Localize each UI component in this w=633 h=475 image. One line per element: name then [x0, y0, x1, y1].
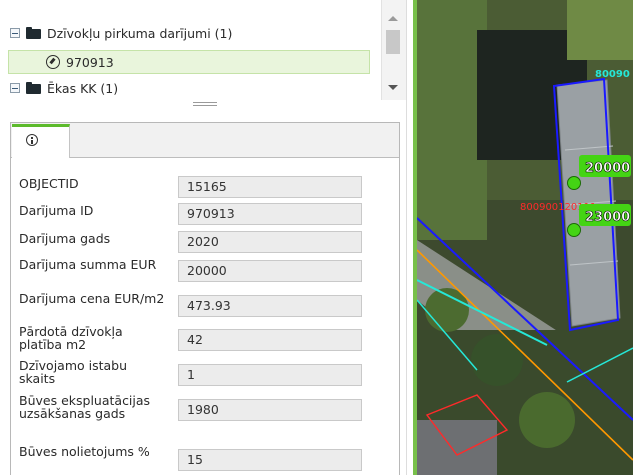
left-pane: Dzīvokļu pirkuma darījumi (1) 970913 Ēka… — [0, 0, 407, 475]
tree-node-transaction[interactable]: 970913 — [46, 51, 114, 73]
tree-node-label: Ēkas KK (1) — [47, 80, 119, 96]
divider-edge — [406, 0, 407, 475]
field-label-transaction-id: Darījuma ID — [19, 203, 94, 218]
tree-node-apartment-purchases[interactable]: Dzīvokļu pirkuma darījumi (1) — [10, 22, 232, 44]
field-value-transaction-id: 970913 — [178, 203, 362, 225]
field-value-depreciation: 15 — [178, 449, 362, 471]
field-label-depreciation: Būves nolietojums % — [19, 444, 150, 459]
map-label-parcel-cyan: 80090 — [595, 69, 630, 80]
transaction-point[interactable] — [567, 223, 581, 237]
transaction-point[interactable] — [567, 176, 581, 190]
pane-splitter[interactable] — [0, 100, 406, 108]
tab-bar — [11, 123, 399, 158]
panel-divider[interactable] — [406, 0, 417, 475]
splitter-grip-icon[interactable] — [193, 102, 217, 106]
info-icon — [26, 134, 38, 146]
map-grass-ne — [567, 0, 633, 60]
field-value-objectid: 15165 — [178, 176, 362, 198]
field-label-construction-year: Būves ekspluatācijas uzsākšanas gads — [19, 393, 151, 421]
field-value-transaction-year: 2020 — [178, 231, 362, 253]
building-south — [417, 420, 497, 475]
scroll-up-icon[interactable] — [388, 16, 398, 21]
tab-info[interactable] — [12, 124, 70, 158]
folder-icon — [26, 27, 41, 39]
field-label-apartment-area: Pārdotā dzīvokļa platība m2 — [19, 324, 123, 352]
field-value-room-count: 1 — [178, 364, 362, 386]
tree-node-label: 970913 — [66, 54, 114, 70]
collapse-icon[interactable] — [10, 83, 20, 93]
tree-scrollbar[interactable] — [381, 0, 407, 100]
map-label-price-b: 23000 — [585, 210, 630, 225]
field-label-transaction-amount: Darījuma summa EUR — [19, 257, 157, 272]
map-tree — [471, 334, 523, 386]
folder-icon — [26, 82, 41, 94]
tree-node-label: Dzīvokļu pirkuma darījumi (1) — [47, 25, 233, 41]
attributes-panel: OBJECTID 15165 Darījuma ID 970913 Darīju… — [10, 122, 400, 475]
field-value-construction-year: 1980 — [178, 399, 362, 421]
map-tree — [519, 392, 575, 448]
field-value-apartment-area: 42 — [178, 329, 362, 351]
field-label-objectid: OBJECTID — [19, 176, 79, 191]
field-label-room-count: Dzīvojamo istabu skaits — [19, 358, 128, 386]
map-view[interactable]: 80090 800900120111 20000 23000 — [417, 0, 633, 475]
field-label-price-per-m2: Darījuma cena EUR/m2 — [19, 291, 165, 306]
scroll-thumb[interactable] — [386, 30, 400, 54]
tree-node-buildings[interactable]: Ēkas KK (1) — [10, 77, 118, 99]
map-grass-west — [417, 0, 487, 240]
compass-icon — [46, 55, 60, 69]
field-value-transaction-amount: 20000 — [178, 260, 362, 282]
scroll-down-icon[interactable] — [388, 85, 398, 90]
map-label-price-a: 20000 — [585, 161, 630, 176]
results-tree: Dzīvokļu pirkuma darījumi (1) 970913 Ēka… — [0, 0, 380, 100]
field-value-price-per-m2: 473.93 — [178, 295, 362, 317]
field-label-transaction-year: Darījuma gads — [19, 231, 111, 246]
collapse-icon[interactable] — [10, 28, 20, 38]
map-canvas[interactable]: 80090 800900120111 20000 23000 — [417, 0, 633, 475]
